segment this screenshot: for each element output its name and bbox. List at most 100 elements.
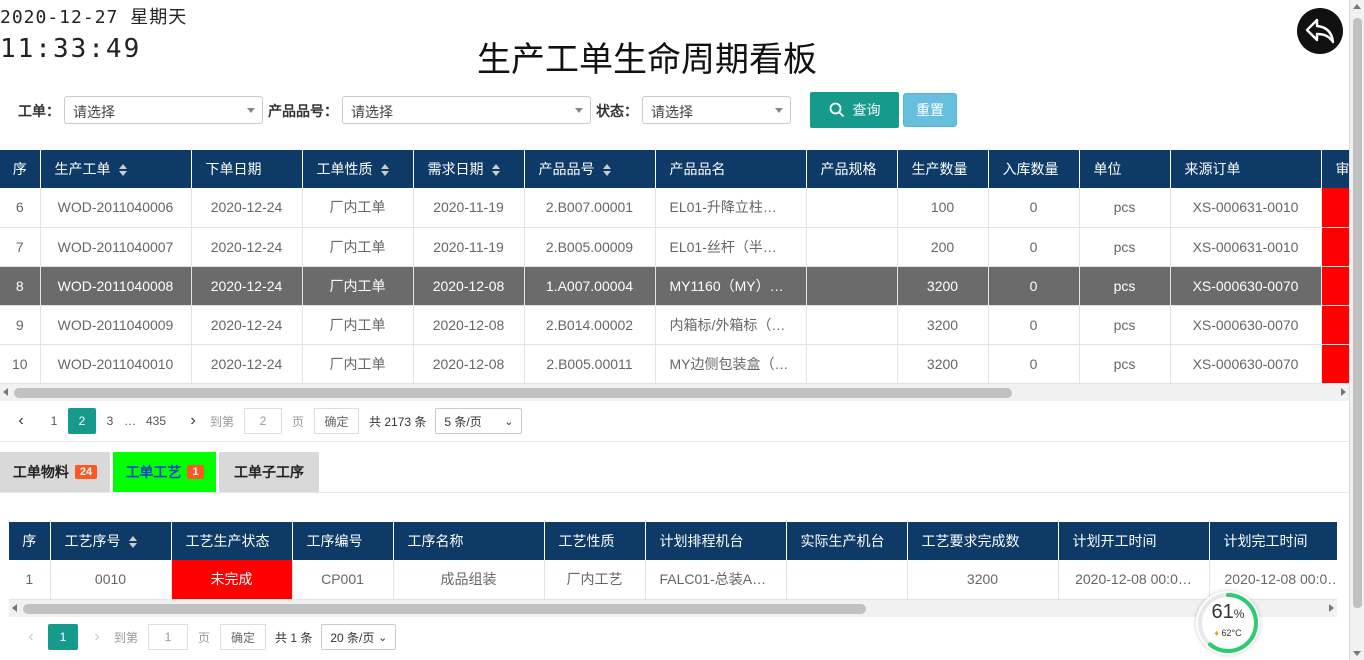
back-button[interactable] [1297,8,1343,54]
table-cell: 2020-12-24 [191,344,303,384]
page-number[interactable]: 3 [96,408,124,434]
page-vertical-scrollbar[interactable] [1349,0,1364,660]
tab-label: 工单工艺 [125,464,182,480]
col-header-product-no[interactable]: 产品品号 [524,150,656,188]
table-row[interactable]: 9 WOD-2011040009 2020-12-24 厂内工单 2020-12-08 2… [0,305,1349,345]
col-header-work-order[interactable]: 生产工单 [40,150,192,188]
goto-page-input[interactable]: 2 [244,408,283,434]
table-cell: 3200 [907,560,1059,600]
table-cell: MY1160（MY）… [655,266,807,306]
page-size-value: 5 条/页 [444,414,482,429]
query-button-label: 查询 [852,102,881,118]
current-date: 2020-12-27 星期天 [0,7,188,28]
table-cell: 2.B005.00009 [524,227,656,267]
sort-icon [602,164,611,177]
order-filter-label: 工单： [18,103,60,119]
goto-confirm-button[interactable]: 确定 [314,408,360,434]
table-row[interactable]: 1 0010 未完成 CP001 成品组装 厂内工艺 FALC01-总装A… 3200 2020… [9,560,1337,600]
table-cell: 0 [988,227,1080,267]
goto-page-input[interactable]: 1 [148,624,189,650]
process-header-row: 序 工艺序号 工艺生产状态 工序编号 工序名称 工艺性质 计划排程机台 实际生产… [9,522,1337,560]
next-page-button[interactable]: › [84,624,110,650]
table-cell: XS-000631-0010 [1170,188,1322,228]
prev-page-button[interactable]: ‹ [8,408,34,434]
product-no-select[interactable]: 请选择 [342,96,591,124]
page-size-value: 20 条/页 [330,630,375,645]
sort-icon [380,164,389,177]
col-header-process-status: 工艺生产状态 [171,522,293,560]
col-header-index: 序 [9,522,51,560]
table-cell: 成品组装 [393,560,545,600]
table-cell: 200 [897,227,989,267]
table-cell: pcs [1079,344,1171,384]
chevron-down-icon [575,108,583,113]
query-button[interactable]: 查询 [810,92,899,128]
col-header-review: 审 [1321,150,1349,188]
chevron-down-icon [775,108,783,113]
total-count: 共 1 条 [275,630,313,645]
table-cell: 0010 [50,560,172,600]
table-cell: 厂内工单 [302,305,414,345]
work-order-horizontal-scrollbar[interactable] [0,384,1349,401]
col-header-unit: 单位 [1079,150,1171,188]
back-arrow-icon [1305,18,1335,44]
tab-work-order-material[interactable]: 工单物料 24 [0,452,110,492]
col-header-planned-start: 计划开工时间 [1058,522,1210,560]
review-status-cell [1321,344,1349,384]
page-size-select[interactable]: 5 条/页 ⌄ [435,408,523,434]
order-select[interactable]: 请选择 [64,96,263,124]
col-header-planned-finish: 计划完工时间 [1209,522,1337,560]
table-row[interactable]: 8 WOD-2011040008 2020-12-24 厂内工单 2020-12-08 1… [0,266,1349,306]
table-cell: 2020-12-08 [413,266,525,306]
next-page-button[interactable]: › [180,408,206,434]
table-cell: 10 [0,344,41,384]
table-cell: EL01-丝杆（半… [655,227,807,267]
table-cell: XS-000630-0070 [1170,305,1322,345]
product-no-filter-label: 产品品号： [268,103,338,119]
col-header-process-type: 工艺性质 [544,522,646,560]
col-header-required-qty: 工艺要求完成数 [907,522,1059,560]
table-cell: 0 [988,188,1080,228]
table-cell [806,188,898,228]
prev-page-button[interactable]: ‹ [18,624,44,650]
tab-work-order-subprocess[interactable]: 工单子工序 [219,452,319,492]
page-number-current[interactable]: 1 [48,624,78,650]
col-header-actual-machine: 实际生产机台 [786,522,908,560]
table-cell: pcs [1079,188,1171,228]
table-row[interactable]: 7 WOD-2011040007 2020-12-24 厂内工单 2020-11-19 2… [0,227,1349,267]
col-header-stock-in-qty: 入库数量 [988,150,1080,188]
reset-button[interactable]: 重置 [903,93,957,127]
process-horizontal-scrollbar[interactable] [9,600,1337,617]
table-cell: CP001 [292,560,394,600]
page-number[interactable]: 435 [136,408,176,434]
col-header-process-seq[interactable]: 工艺序号 [50,522,172,560]
table-cell: XS-000630-0070 [1170,344,1322,384]
col-header-order-type[interactable]: 工单性质 [302,150,414,188]
page-title: 生产工单生命周期看板 [477,40,817,80]
page-unit-label: 页 [198,630,211,645]
page-number[interactable]: 1 [40,408,68,434]
table-cell: 3200 [897,344,989,384]
table-cell: 2.B007.00001 [524,188,656,228]
page-size-select[interactable]: 20 条/页 ⌄ [321,624,397,650]
process-table: 序 工艺序号 工艺生产状态 工序编号 工序名称 工艺性质 计划排程机台 实际生产… [9,522,1337,600]
table-cell: 2020-12-08 00:0… [1058,560,1210,600]
col-header-due-date[interactable]: 需求日期 [413,150,525,188]
table-cell: 厂内工艺 [544,560,646,600]
tab-label: 工单物料 [12,464,69,480]
sort-icon [118,164,127,177]
table-cell: 100 [897,188,989,228]
page-number-current[interactable]: 2 [68,408,96,434]
col-header-product-spec: 产品规格 [806,150,898,188]
table-row[interactable]: 10 WOD-2011040010 2020-12-24 厂内工单 2020-12-08… [0,344,1349,384]
resource-monitor-gauge[interactable]: 61% ♦ 62°C [1196,591,1260,655]
tab-work-order-process[interactable]: 工单工艺 1 [113,452,216,492]
total-count: 共 2173 条 [369,414,427,429]
status-filter-label: 状态： [596,103,638,119]
goto-confirm-button[interactable]: 确定 [220,624,267,650]
status-select[interactable]: 请选择 [642,96,791,124]
table-row[interactable]: 6 WOD-2011040006 2020-12-24 厂内工单 2020-11-19 2… [0,188,1349,228]
col-header-index: 序 [0,150,41,188]
table-cell: 2020-11-19 [413,188,525,228]
table-cell: pcs [1079,305,1171,345]
